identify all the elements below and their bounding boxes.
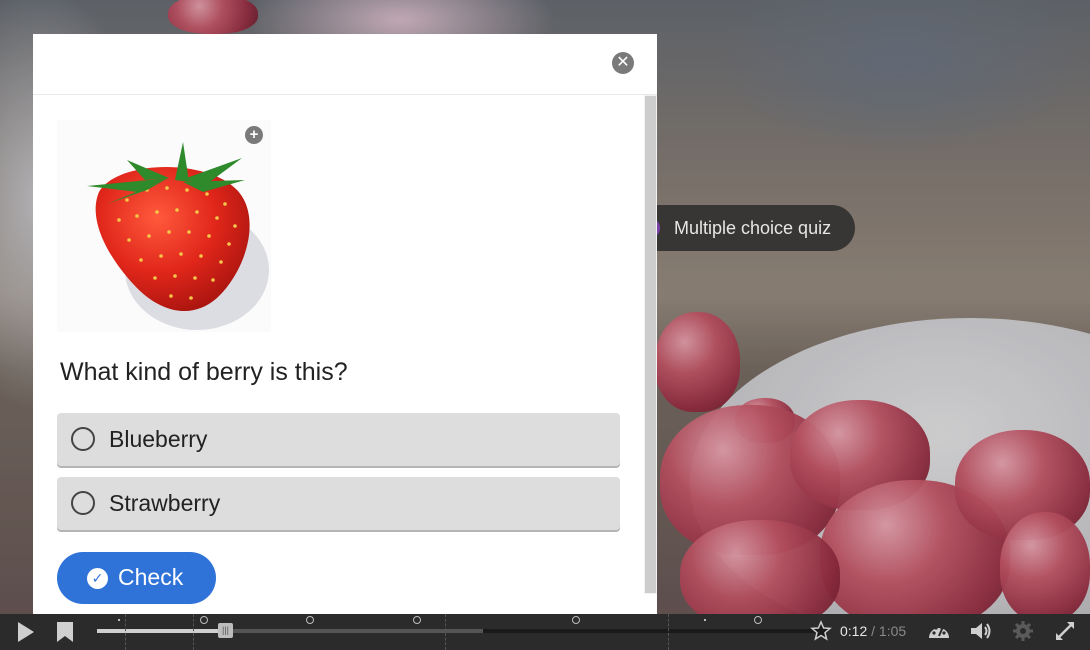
speedometer-icon[interactable] <box>926 619 952 643</box>
question-image <box>57 120 271 332</box>
timeline-scrubber[interactable]: ||| <box>218 623 233 638</box>
timeline-marker[interactable] <box>200 616 208 624</box>
star-icon[interactable] <box>810 620 832 642</box>
radio-button[interactable] <box>71 427 95 451</box>
answer-label: Blueberry <box>109 426 208 452</box>
check-button[interactable]: ✓ Check <box>57 552 216 604</box>
answer-label: Strawberry <box>109 490 221 516</box>
timeline-marker <box>193 614 194 650</box>
bookmark-icon[interactable] <box>54 614 76 650</box>
fullscreen-icon[interactable] <box>1054 620 1076 642</box>
timeline-marker[interactable] <box>704 619 706 621</box>
timeline-marker[interactable] <box>413 616 421 624</box>
answer-option-blueberry[interactable]: Blueberry <box>57 413 620 466</box>
check-label: Check <box>118 564 184 590</box>
timeline-progress <box>97 629 227 633</box>
dialog-header <box>33 34 657 95</box>
timeline-marker <box>668 614 669 650</box>
timeline-marker[interactable] <box>306 616 314 624</box>
timeline-marker <box>445 614 446 650</box>
gear-icon[interactable] <box>1012 620 1034 642</box>
close-icon[interactable]: ✕ <box>612 52 634 74</box>
check-circle-icon: ✓ <box>87 568 108 589</box>
interaction-hotspot[interactable]: Multiple choice quiz <box>646 205 856 251</box>
hotspot-label: Multiple choice quiz <box>674 218 832 238</box>
strawberry-image <box>87 142 269 330</box>
timeline-marker <box>125 614 126 650</box>
play-icon[interactable] <box>12 614 38 650</box>
timeline-marker[interactable] <box>754 616 762 624</box>
radio-button[interactable] <box>71 491 95 515</box>
current-time: 0:12 <box>840 623 868 639</box>
total-time: 1:05 <box>878 623 907 639</box>
volume-icon[interactable] <box>968 619 994 643</box>
question-text: What kind of berry is this? <box>60 358 348 386</box>
scrollbar-thumb[interactable] <box>645 96 656 593</box>
zoom-plus-icon[interactable]: + <box>245 126 263 144</box>
time-display: 0:12 / 1:05 <box>840 623 906 639</box>
timeline-marker[interactable] <box>118 619 120 621</box>
quiz-dialog: ✕ + What kind of berry is this? Blueberr… <box>33 34 657 614</box>
answer-option-strawberry[interactable]: Strawberry <box>57 477 620 530</box>
time-separator: / <box>871 623 876 639</box>
timeline-marker[interactable] <box>572 616 580 624</box>
